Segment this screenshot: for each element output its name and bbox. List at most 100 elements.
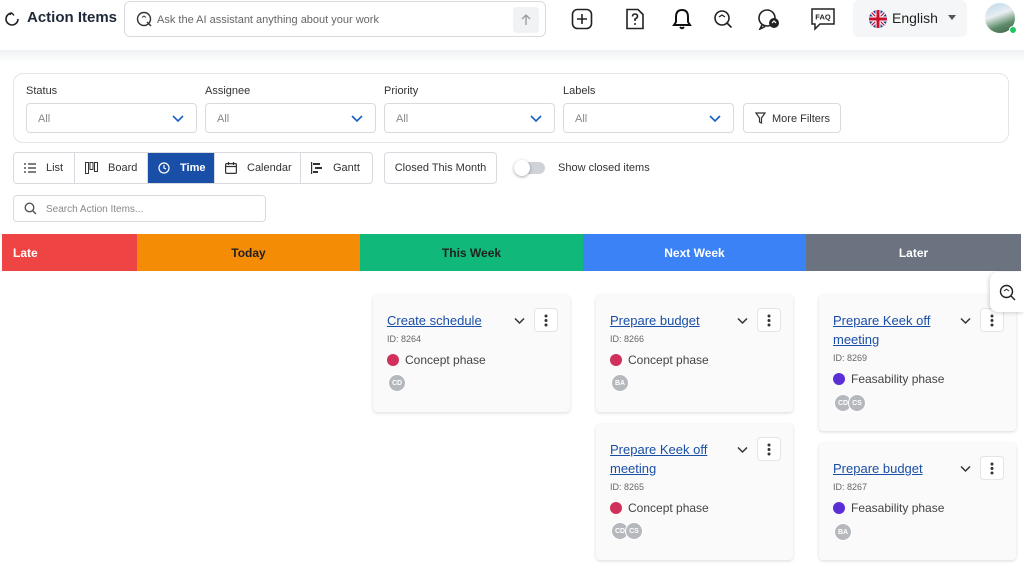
help-button[interactable] <box>623 7 647 31</box>
view-time-label: Time <box>180 162 206 174</box>
column-header-later: Later <box>806 234 1021 271</box>
ai-chat-button[interactable] <box>711 7 735 31</box>
phase-label: Feasability phase <box>851 501 945 515</box>
faq-button[interactable]: FAQ <box>810 7 836 31</box>
action-item-card[interactable]: Prepare budget ID: 8266 Concept phase BA <box>596 295 793 412</box>
labels-filter-label: Labels <box>563 85 596 97</box>
expand-chevron-icon[interactable] <box>737 446 748 454</box>
more-vertical-icon <box>990 462 994 474</box>
column-title: Today <box>231 245 266 260</box>
phase-dot <box>387 354 399 366</box>
priority-filter-value: All <box>396 113 409 125</box>
floating-ai-chat-button[interactable] <box>990 272 1024 312</box>
view-gantt-label: Gantt <box>333 162 360 174</box>
closed-this-month-button[interactable]: Closed This Month <box>384 152 497 184</box>
assignee-avatar[interactable]: CS <box>625 522 643 540</box>
ai-assistant-box[interactable] <box>124 1 546 37</box>
action-item-card[interactable]: Prepare budget ID: 8267 Feasability phas… <box>819 443 1016 560</box>
expand-chevron-icon[interactable] <box>960 465 971 473</box>
more-vertical-icon <box>767 443 771 455</box>
help-document-icon <box>626 8 644 30</box>
view-gantt-button[interactable]: Gantt <box>301 153 372 183</box>
card-id: ID: 8266 <box>610 334 645 344</box>
chevron-down-icon <box>530 115 542 123</box>
card-title-link[interactable]: Create schedule <box>387 311 525 330</box>
app-logo-icon[interactable] <box>4 11 20 27</box>
expand-chevron-icon[interactable] <box>737 317 748 325</box>
view-board-button[interactable]: Board <box>75 153 148 183</box>
language-selector[interactable]: English <box>853 0 967 37</box>
column-header-late: Late <box>2 234 137 271</box>
arrow-up-icon <box>521 14 531 25</box>
more-vertical-icon <box>990 314 994 326</box>
more-filters-button[interactable]: More Filters <box>743 103 841 133</box>
chevron-down-icon <box>709 115 721 123</box>
search-field[interactable] <box>13 195 266 222</box>
priority-filter-select[interactable]: All <box>384 103 555 133</box>
assignee-avatar[interactable]: CS <box>848 394 866 412</box>
more-vertical-icon <box>767 314 771 326</box>
chat-search-icon <box>714 10 733 29</box>
assignee-avatar[interactable]: BA <box>611 374 629 392</box>
card-title-link[interactable]: Prepare Keek off meeting <box>833 311 971 349</box>
phase-dot <box>833 502 845 514</box>
card-title-link[interactable]: Prepare budget <box>833 459 971 478</box>
phase-dot <box>610 502 622 514</box>
header-divider-shadow <box>0 50 1024 64</box>
expand-chevron-icon[interactable] <box>960 317 971 325</box>
clock-icon <box>158 162 170 174</box>
card-id: ID: 8264 <box>387 334 422 344</box>
view-time-button[interactable]: Time <box>148 153 215 183</box>
search-input[interactable] <box>46 201 256 217</box>
online-status-indicator <box>1009 26 1017 34</box>
column-title: Late <box>13 245 38 260</box>
caret-down-icon <box>948 15 956 20</box>
filters-panel: Status All Assignee All Priority All Lab… <box>13 73 1009 143</box>
uk-flag-icon <box>869 10 887 28</box>
labels-filter-select[interactable]: All <box>563 103 734 133</box>
card-title-link[interactable]: Prepare budget <box>610 311 748 330</box>
phase-label: Concept phase <box>628 353 709 367</box>
toggle-knob <box>514 160 530 176</box>
action-item-card[interactable]: Prepare Keek off meeting ID: 8269 Feasab… <box>819 295 1016 431</box>
card-menu-button[interactable] <box>757 437 781 461</box>
more-vertical-icon <box>544 314 548 326</box>
notifications-button[interactable] <box>670 7 694 31</box>
view-calendar-label: Calendar <box>247 162 292 174</box>
funnel-icon <box>755 112 766 124</box>
card-id: ID: 8265 <box>610 482 645 492</box>
status-filter-select[interactable]: All <box>26 103 197 133</box>
show-closed-label: Show closed items <box>558 162 650 174</box>
phase-label: Feasability phase <box>851 372 945 386</box>
card-menu-button[interactable] <box>757 308 781 332</box>
ai-assistant-input[interactable] <box>157 11 507 29</box>
assignee-filter-select[interactable]: All <box>205 103 376 133</box>
action-item-card[interactable]: Create schedule ID: 8264 Concept phase C… <box>373 295 570 412</box>
list-icon <box>24 163 36 173</box>
expand-chevron-icon[interactable] <box>514 317 525 325</box>
card-menu-button[interactable] <box>534 308 558 332</box>
action-item-card[interactable]: Prepare Keek off meeting ID: 8265 Concep… <box>596 424 793 560</box>
messages-button[interactable] <box>757 7 781 31</box>
column-title: This Week <box>441 245 502 260</box>
card-title-link[interactable]: Prepare Keek off meeting <box>610 440 748 478</box>
view-list-button[interactable]: List <box>14 153 75 183</box>
priority-filter-label: Priority <box>384 85 419 97</box>
phase-dot <box>833 373 845 385</box>
show-closed-toggle[interactable] <box>514 160 545 176</box>
ai-send-button[interactable] <box>513 7 539 33</box>
page-title: Action Items <box>27 9 118 26</box>
column-today <box>137 271 361 570</box>
add-button[interactable] <box>570 7 594 31</box>
view-calendar-button[interactable]: Calendar <box>215 153 301 183</box>
assignee-avatar[interactable]: CD <box>388 374 406 392</box>
assignee-avatar[interactable]: BA <box>834 523 852 541</box>
search-icon <box>24 202 37 215</box>
view-switcher: List Board Time Calendar Gantt <box>13 152 373 184</box>
calendar-icon <box>225 162 237 174</box>
card-menu-button[interactable] <box>980 456 1004 480</box>
status-filter-label: Status <box>26 85 58 97</box>
labels-filter-value: All <box>575 113 588 125</box>
language-label: English <box>892 10 938 26</box>
view-list-label: List <box>46 162 64 174</box>
